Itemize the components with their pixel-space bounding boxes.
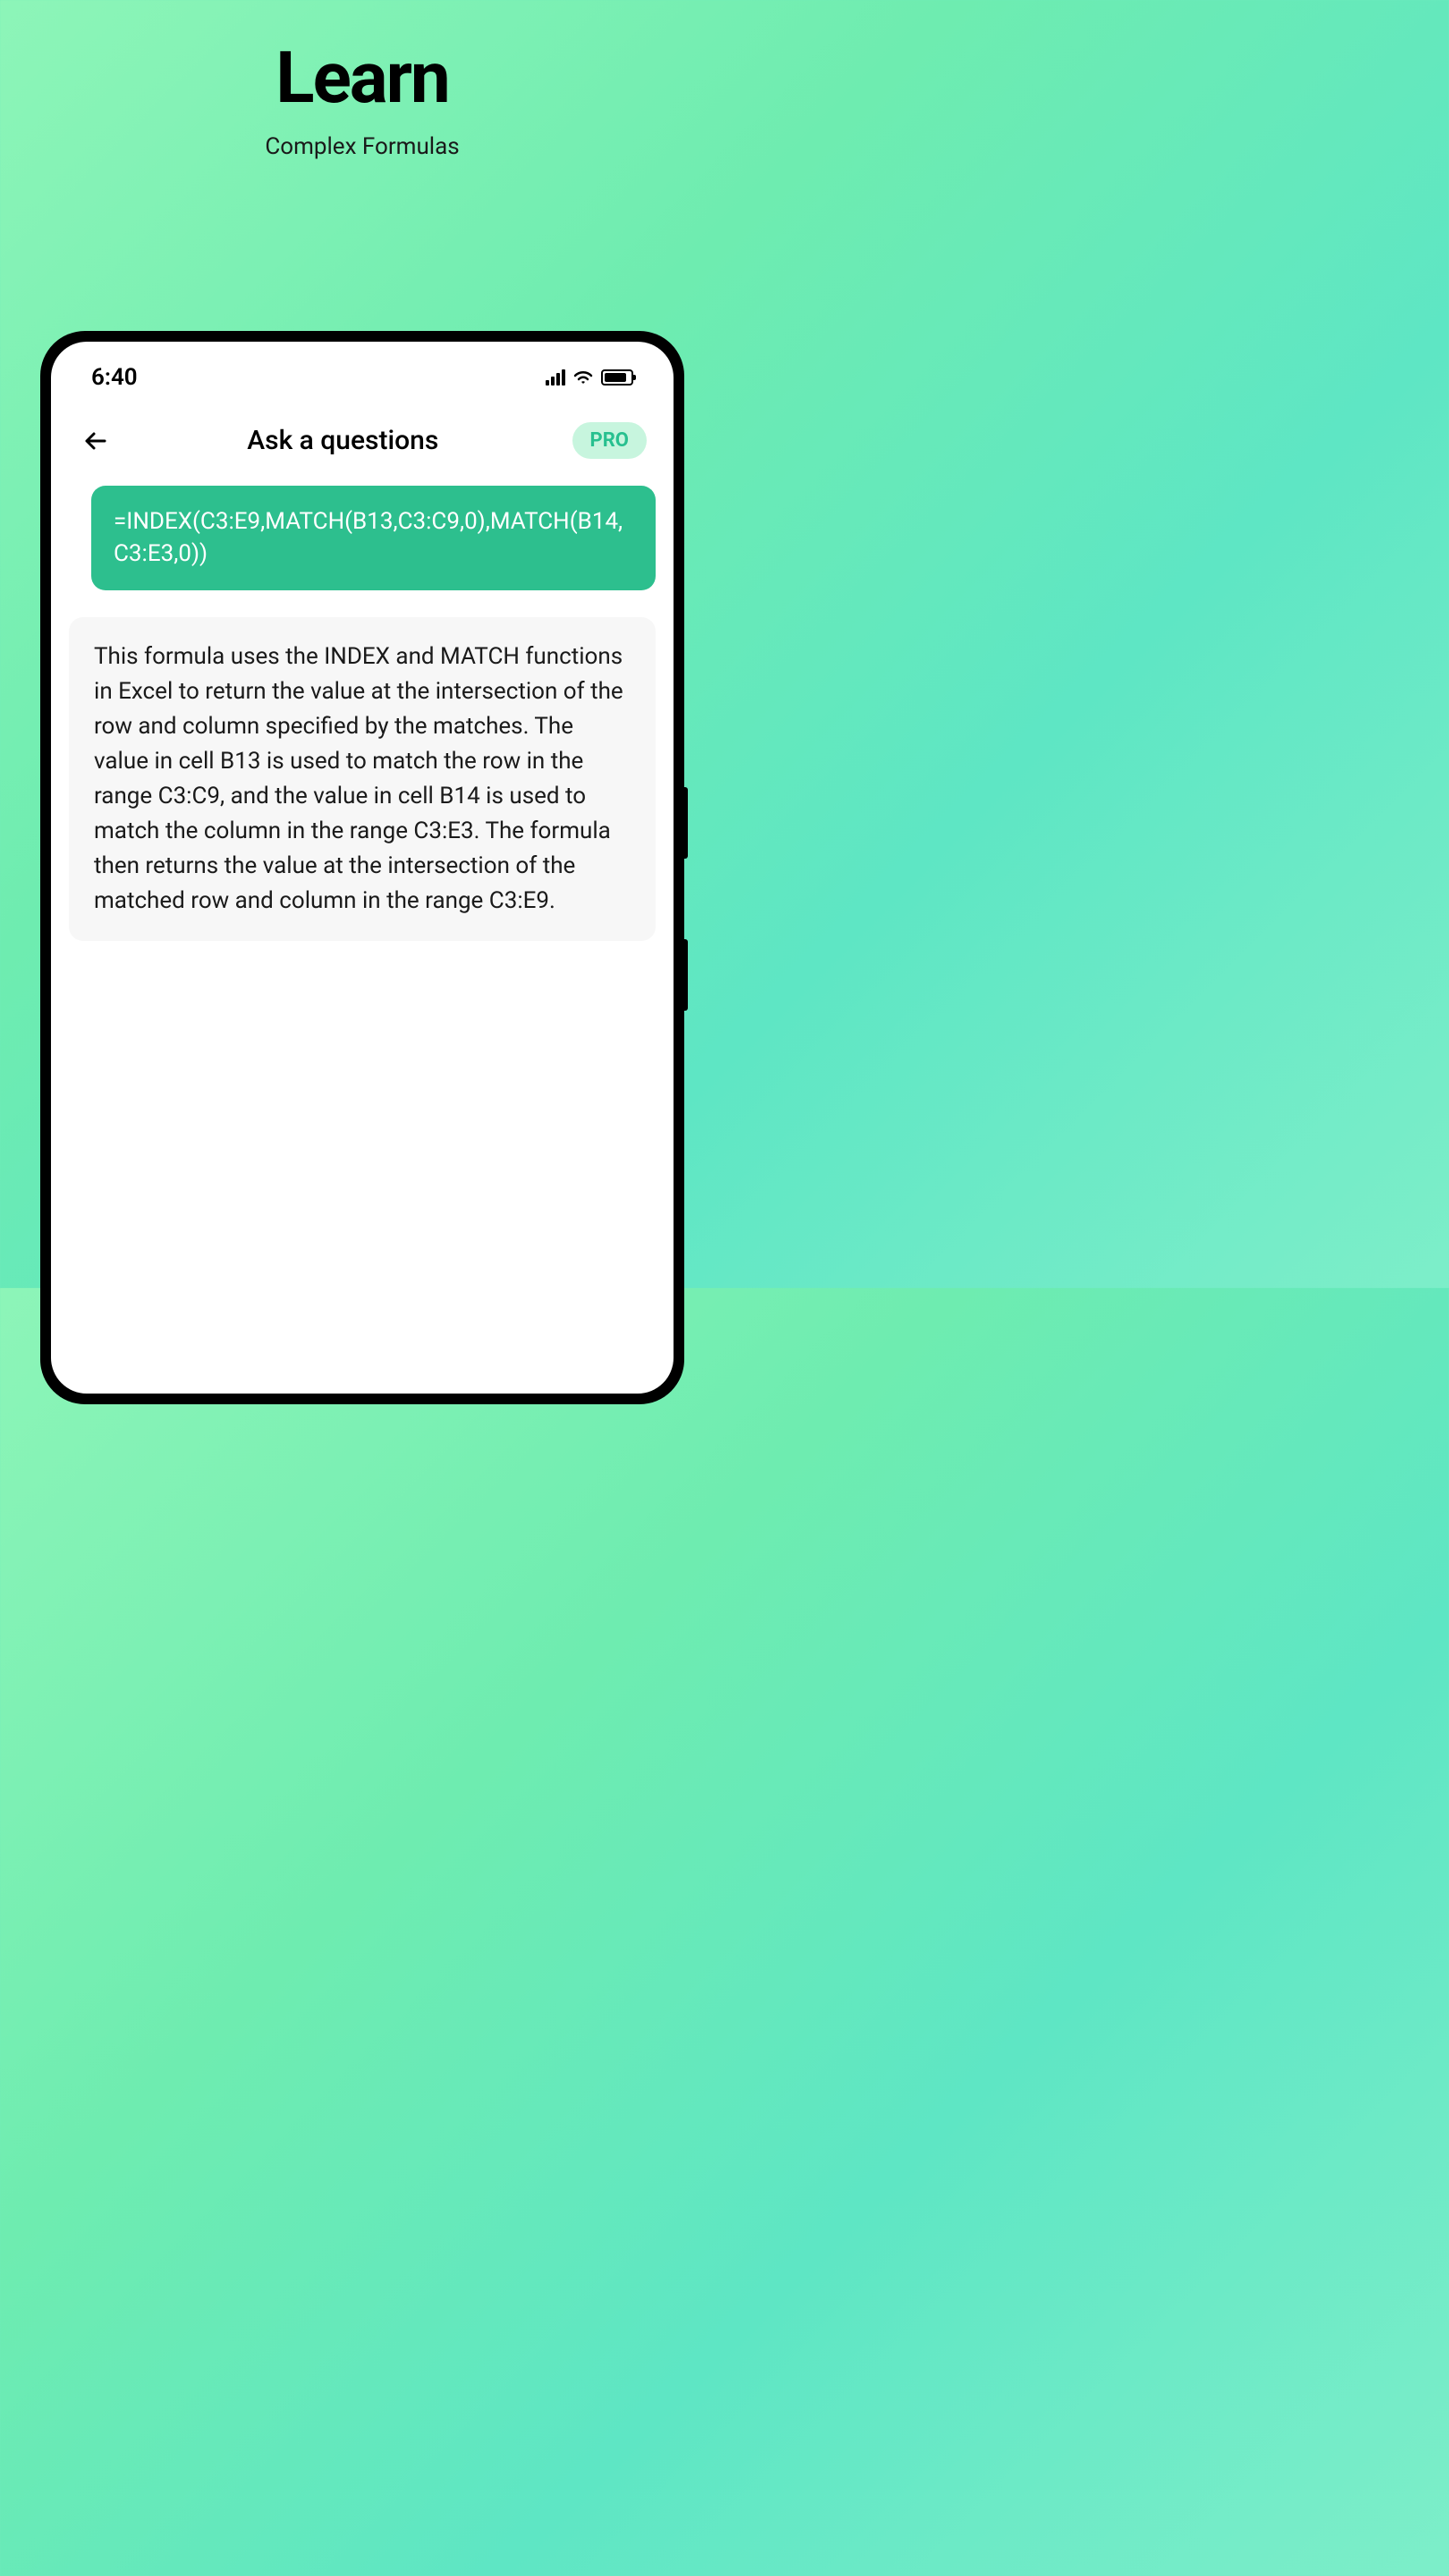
arrow-left-icon [81, 427, 110, 455]
assistant-message-bubble: This formula uses the INDEX and MATCH fu… [69, 617, 656, 941]
phone-screen: 6:40 [51, 342, 674, 1394]
battery-icon [601, 369, 633, 386]
status-bar: 6:40 [51, 342, 674, 404]
phone-frame: 6:40 [40, 331, 684, 1404]
status-icons [546, 369, 633, 386]
phone-side-button [684, 939, 688, 1011]
hero-title: Learn [0, 0, 724, 120]
pro-badge[interactable]: PRO [572, 422, 647, 459]
wifi-icon [572, 369, 594, 386]
app-header: Ask a questions PRO [51, 404, 674, 486]
hero-subtitle: Complex Formulas [0, 133, 724, 160]
user-message-bubble: =INDEX(C3:E9,MATCH(B13,C3:C9,0),MATCH(B1… [91, 486, 656, 590]
page-title: Ask a questions [247, 425, 438, 456]
back-button[interactable] [78, 423, 114, 459]
status-time: 6:40 [91, 364, 138, 391]
phone-side-button [684, 787, 688, 859]
cellular-signal-icon [546, 369, 565, 386]
chat-container: =INDEX(C3:E9,MATCH(B13,C3:C9,0),MATCH(B1… [51, 486, 674, 941]
